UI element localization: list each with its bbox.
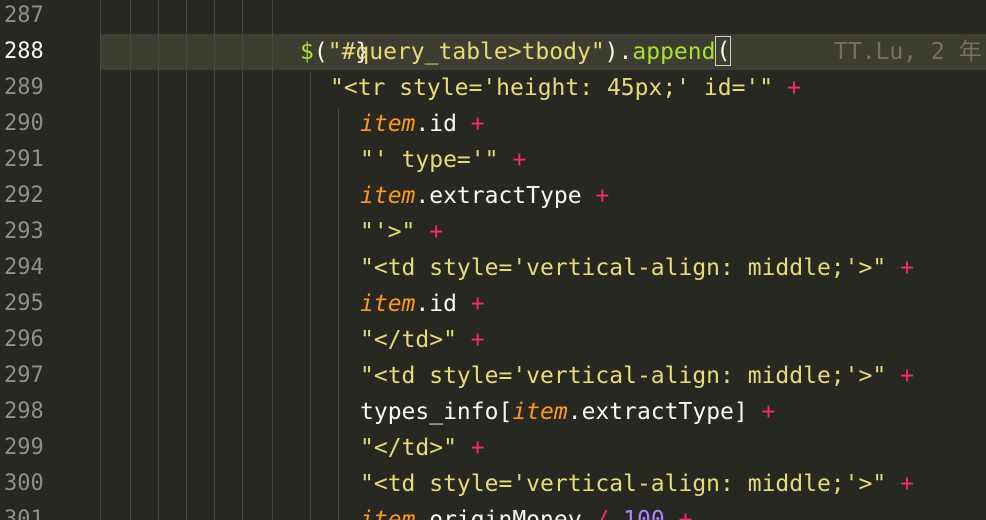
code-line-298: types_info[item.extractType] + <box>360 399 776 425</box>
line-number: 299 <box>4 435 44 460</box>
indent-guide <box>130 0 131 520</box>
code-line-297: "<td style='vertical-align: middle;'>" + <box>360 363 914 389</box>
indent-guide <box>242 0 243 520</box>
line-number-gutter: 287 288 289 290 291 292 293 294 295 296 … <box>0 0 100 520</box>
line-number: 301 <box>4 507 44 520</box>
git-blame-annotation: TT.Lu, 2 年 <box>834 39 982 65</box>
line-number: 287 <box>4 3 44 28</box>
line-number-active: 288 <box>4 39 44 64</box>
line-number: 300 <box>4 471 44 496</box>
code-line-289: "<tr style='height: 45px;' id='" + <box>330 75 801 101</box>
line-number: 297 <box>4 363 44 388</box>
bracket-match-cursor: ( <box>715 36 732 66</box>
code-line-287: } <box>355 39 370 65</box>
code-line-292: item.extractType + <box>360 183 610 209</box>
code-line-294: "<td style='vertical-align: middle;'>" + <box>360 255 914 281</box>
code-line-291: "' type='" + <box>360 147 527 173</box>
line-number: 298 <box>4 399 44 424</box>
line-number: 295 <box>4 291 44 316</box>
code-line-299: "</td>" + <box>360 435 485 461</box>
code-line-296: "</td>" + <box>360 327 485 353</box>
line-number: 294 <box>4 255 44 280</box>
indent-guide <box>100 0 101 520</box>
line-number: 291 <box>4 147 44 172</box>
indent-guide <box>186 0 187 520</box>
line-number: 290 <box>4 111 44 136</box>
line-number: 289 <box>4 75 44 100</box>
indent-guide <box>158 0 159 520</box>
line-number: 296 <box>4 327 44 352</box>
line-number: 293 <box>4 219 44 244</box>
indent-guide <box>272 0 273 520</box>
line-number: 292 <box>4 183 44 208</box>
code-line-300: "<td style='vertical-align: middle;'>" + <box>360 471 914 497</box>
code-line-295: item.id + <box>360 291 485 317</box>
indent-guide <box>214 0 215 520</box>
code-line-290: item.id + <box>360 111 485 137</box>
code-line-293: "'>" + <box>360 219 444 245</box>
indent-guide <box>338 108 339 520</box>
indent-guide <box>310 72 311 520</box>
code-editor[interactable]: 287 288 289 290 291 292 293 294 295 296 … <box>0 0 986 520</box>
code-line-288: $("#query_table>tbody").append( <box>300 36 732 66</box>
code-line-301: item.originMoney / 100 + <box>360 507 693 520</box>
